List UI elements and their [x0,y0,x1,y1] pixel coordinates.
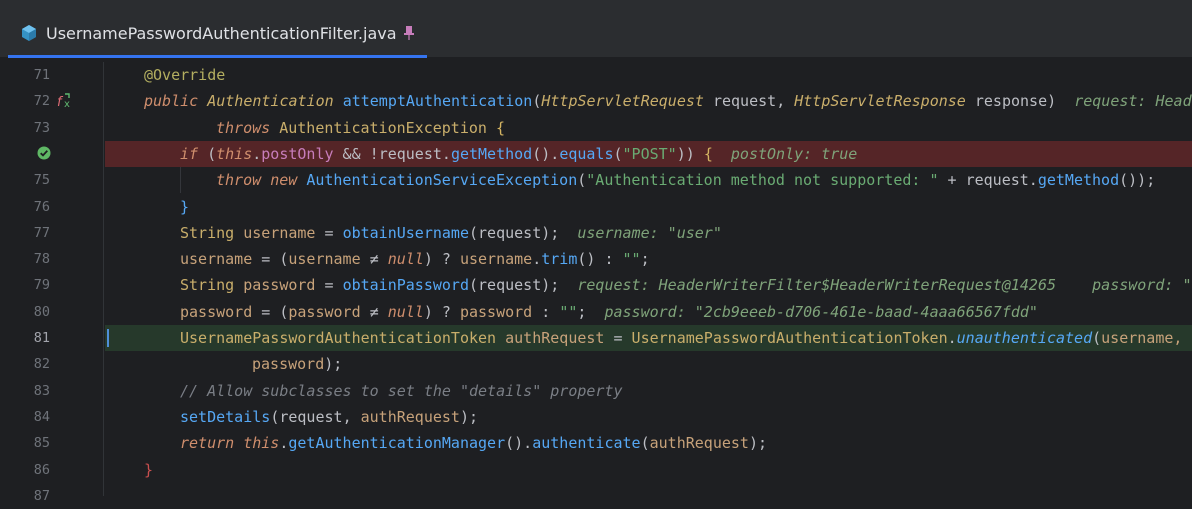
code-line-75: 75 throw new AuthenticationServiceExcept… [0,167,1192,194]
code-line-79: 79 String password = obtainPassword(requ… [0,272,1192,298]
caret-marker [107,329,109,347]
line-code: username = (username ≠ null) ? username.… [180,250,650,269]
line-code: UsernamePasswordAuthenticationToken auth… [180,329,1183,347]
tab-username-password-authentication-filter[interactable]: UsernamePasswordAuthenticationFilter.jav… [8,8,427,58]
inline-debug-hint: username: "user" [577,223,722,242]
line-code: // Allow subclasses to set the "details"… [180,381,623,400]
line-number: 76 [33,198,50,215]
override-method-icon[interactable]: fx [56,92,74,110]
code-line-78: 78 username = (username ≠ null) ? userna… [0,246,1192,272]
line-number: 75 [33,172,50,189]
pin-icon[interactable] [403,25,415,41]
inline-debug-hint: password: "2cb9eeeb-d706-461e-baad-4aaa6… [604,302,1038,321]
line-code: } [144,460,154,479]
line-number: 86 [33,461,50,478]
indent-guide [180,167,181,194]
line-code: String username = obtainUsername(request… [180,223,722,242]
line-number: 82 [33,356,50,373]
code-line-81: 81 UsernamePasswordAuthenticationToken a… [0,325,1192,352]
line-number: 85 [33,435,50,452]
line-number: 78 [33,251,50,268]
verified-breakpoint-icon[interactable] [36,145,54,163]
line-code: public Authentication attemptAuthenticat… [144,88,1192,114]
line-number: 84 [33,408,50,425]
line-number: 81 [33,330,50,346]
code-editor[interactable]: 71 @Override 72 fx public Authentication… [0,62,1192,504]
inline-debug-hint-2: password: " [1092,276,1192,295]
line-number: 80 [33,303,50,320]
code-line-85: 85 return this.getAuthenticationManager(… [0,430,1192,456]
svg-text:x: x [64,99,70,110]
line-code: } [180,197,190,216]
line-number: 83 [33,382,50,399]
inline-debug-hint: postOnly: true [730,144,858,163]
code-line-80: 80 password = (password ≠ null) ? passwo… [0,299,1192,325]
java-class-icon [20,24,38,42]
inline-debug-hint: request: HeaderWriterFilter$HeaderWriter… [577,276,1057,295]
code-line-76: 76 } [0,194,1192,220]
line-code: if (this.postOnly && !request.getMethod(… [180,144,858,163]
svg-text:f: f [57,95,64,110]
line-number: 71 [33,67,50,83]
code-line-77: 77 String username = obtainUsername(requ… [0,220,1192,246]
line-number: 73 [33,119,50,136]
code-line-73: 73 throws AuthenticationException { [0,115,1192,141]
code-line-83: 83 // Allow subclasses to set the "detai… [0,378,1192,404]
line-code: throw new AuthenticationServiceException… [216,171,1156,190]
code-line-74: if (this.postOnly && !request.getMethod(… [0,140,1192,168]
line-code: String password = obtainPassword(request… [180,276,1192,295]
code-line-82: 82 password); [0,351,1192,377]
line-number: 72 [33,93,50,110]
line-code: setDetails(request, authRequest); [180,407,479,426]
line-number: 77 [33,224,50,241]
inline-debug-hint: request: Heade [1074,92,1192,111]
line-code: password); [252,355,343,374]
tab-title: UsernamePasswordAuthenticationFilter.jav… [46,23,397,43]
line-code: return this.getAuthenticationManager().a… [180,434,768,453]
code-line-86: 86 } [0,457,1192,483]
line-code: password = (password ≠ null) ? password … [180,302,1038,321]
line-code: @Override [144,66,226,84]
editor-tab-bar: UsernamePasswordAuthenticationFilter.jav… [0,0,1192,58]
line-code: throws AuthenticationException { [216,118,505,137]
line-number: 79 [33,277,50,294]
code-line-71: 71 @Override [0,62,1192,88]
code-line-72: 72 fx public Authentication attemptAuthe… [0,88,1192,114]
code-line-84: 84 setDetails(request, authRequest); [0,404,1192,430]
